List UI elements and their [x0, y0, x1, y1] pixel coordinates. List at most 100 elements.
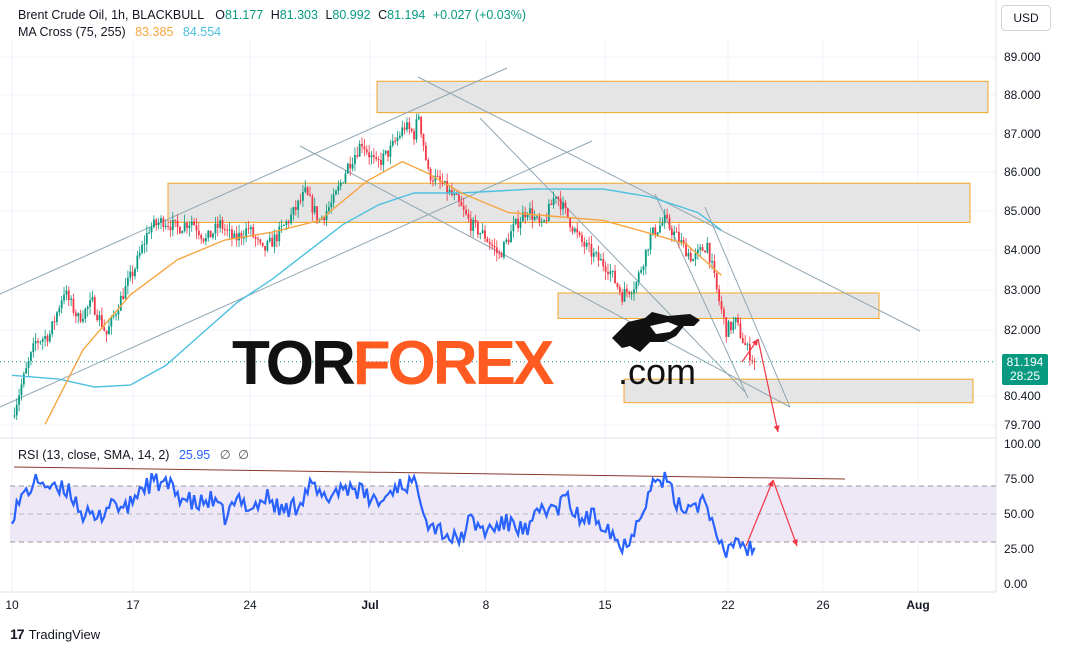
candle-body: [301, 191, 304, 201]
candle-body: [141, 244, 143, 253]
candle-body: [626, 288, 628, 292]
date-tick-label: 24: [243, 598, 257, 612]
candle-body: [462, 206, 465, 210]
candle-body: [602, 258, 605, 267]
candle-body: [283, 224, 285, 226]
candle-body: [361, 144, 363, 147]
watermark-com: .com: [618, 351, 696, 392]
candle-body: [212, 233, 214, 238]
ma-indicator-label[interactable]: MA Cross (75, 255): [18, 25, 126, 39]
candle-body: [413, 131, 415, 140]
date-axis[interactable]: 10 17 24 Jul 8 15 22 26 Aug: [5, 598, 929, 612]
candle-body: [713, 261, 716, 274]
candle-body: [74, 312, 77, 317]
symbol-title[interactable]: Brent Crude Oil, 1h, BLACKBULL: [18, 8, 204, 22]
candle-body: [559, 198, 562, 210]
candle-body: [216, 223, 219, 228]
candle-body: [44, 335, 47, 340]
candle-body: [410, 128, 413, 132]
candle-body: [261, 242, 264, 247]
candle-body: [129, 271, 132, 278]
candle-body: [458, 194, 460, 202]
candle-body: [278, 226, 281, 242]
candle-body: [285, 221, 288, 225]
candle-body: [96, 314, 99, 321]
candle-body: [573, 228, 576, 232]
rsi-tick-label: 0.00: [1004, 577, 1028, 591]
candle-body: [469, 218, 472, 231]
candle-body: [89, 300, 91, 307]
currency-button[interactable]: USD: [1001, 5, 1051, 31]
candle-body: [741, 338, 744, 343]
candle-body: [190, 221, 193, 226]
candle-body: [552, 198, 555, 206]
candle-body: [644, 249, 647, 267]
candle-body: [197, 230, 200, 236]
candle-body: [540, 221, 543, 223]
candle-body: [604, 266, 607, 272]
candle-body: [753, 361, 756, 363]
rsi-axis[interactable]: 100.00 75.00 50.00 25.00 0.00: [1004, 437, 1041, 591]
candle-body: [467, 214, 470, 219]
price-tick-label: 88.000: [1004, 88, 1041, 102]
candle-body: [732, 321, 735, 331]
candle-body: [18, 395, 20, 405]
candle-body: [235, 233, 238, 241]
candle-body: [15, 404, 18, 416]
candle-body: [479, 233, 482, 235]
price-chart[interactable]: TORFOREX .com 89.00088.00087.00086.00085…: [0, 0, 1065, 651]
candle-body: [460, 201, 463, 207]
candle-body: [306, 187, 309, 195]
candle-body: [510, 231, 512, 243]
candle-body: [143, 243, 146, 245]
tradingview-wordmark: TradingView: [28, 626, 101, 642]
date-tick-label: 26: [816, 598, 830, 612]
candle-body: [696, 249, 699, 254]
candle-body: [162, 218, 165, 227]
candle-body: [706, 242, 709, 253]
torforex-watermark: TORFOREX .com: [232, 312, 700, 398]
candle-body: [668, 217, 671, 229]
candle-body: [607, 271, 609, 275]
candle-body: [183, 222, 186, 232]
candle-body: [628, 291, 631, 295]
candle-body: [642, 266, 645, 271]
candle-body: [223, 229, 226, 231]
candle-body: [13, 415, 16, 417]
candle-body: [477, 222, 479, 235]
candle-body: [365, 149, 368, 153]
candle-body: [422, 134, 425, 146]
symbol-header: Brent Crude Oil, 1h, BLACKBULL O81.177 H…: [18, 8, 526, 22]
candle-body: [519, 221, 522, 229]
ma-header: MA Cross (75, 255) 83.385 84.554: [18, 25, 221, 39]
candle-body: [375, 157, 378, 160]
candle-body: [290, 214, 292, 224]
svg-text:TORFOREX: TORFOREX: [232, 329, 554, 398]
tradingview-logo[interactable]: 17 TradingView: [10, 626, 100, 642]
candle-body: [746, 344, 749, 346]
forecast-up-arrow-head: [751, 339, 758, 346]
candle-body: [304, 187, 307, 192]
candle-body: [346, 163, 349, 174]
candle-body: [86, 306, 89, 309]
candle-body: [694, 253, 697, 260]
candle-body: [58, 308, 61, 313]
candle-body: [39, 341, 42, 343]
change-value: +0.027 (+0.03%): [432, 8, 526, 22]
candle-body: [41, 339, 44, 342]
candle-body: [126, 277, 129, 286]
candle-body: [238, 232, 240, 241]
date-tick-label: 17: [126, 598, 140, 612]
candle-body: [188, 225, 191, 229]
candle-body: [592, 252, 595, 257]
candle-body: [408, 122, 411, 129]
rsi-indicator-label[interactable]: RSI (13, close, SMA, 14, 2): [18, 448, 169, 462]
candle-body: [481, 230, 484, 234]
candle-body: [271, 237, 274, 247]
candle-body: [51, 321, 54, 334]
candle-body: [415, 119, 418, 140]
candle-body: [569, 217, 572, 228]
candle-body: [91, 297, 94, 301]
candle-body: [500, 253, 503, 258]
candle-body: [119, 295, 122, 311]
